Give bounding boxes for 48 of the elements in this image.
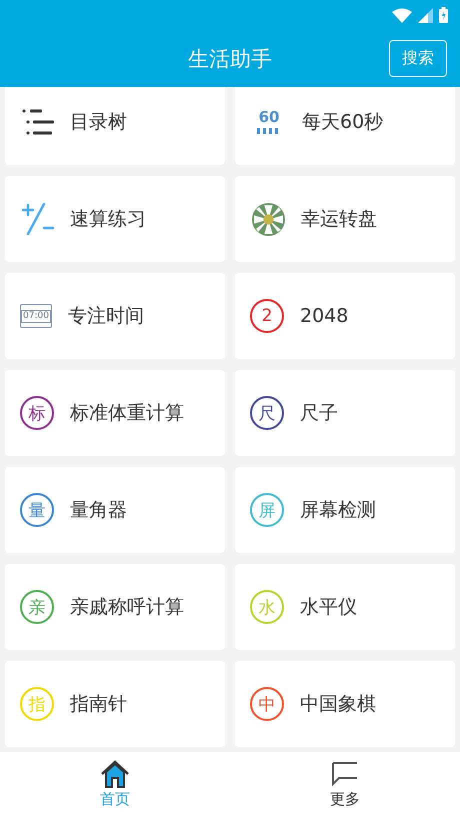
tool-label: 指南针 [70,692,127,717]
tool-label: 目录树 [70,110,127,135]
plus-minus-icon [22,203,54,235]
alarm-clock-icon: 07:00 [20,304,52,328]
circle-letter-icon: 指 [20,687,54,721]
battery-icon [439,7,448,23]
circle-letter-icon: 尺 [250,396,284,430]
tool-label: 中国象棋 [300,692,376,717]
tool-card[interactable]: 尺 尺子 [235,370,455,456]
page-title: 生活助手 [188,46,272,72]
tool-card[interactable]: 屏 屏幕检测 [235,467,455,553]
tool-label: 速算练习 [70,207,146,232]
circle-letter-icon: 2 [250,299,284,333]
tool-label: 2048 [300,305,348,327]
tool-card[interactable]: 中 中国象棋 [235,661,455,747]
home-icon [100,760,130,788]
circle-letter-icon: 量 [20,493,54,527]
nav-tab[interactable]: 更多 [320,756,370,813]
circle-letter-icon: 屏 [250,493,284,527]
list-icon [22,109,54,135]
tool-card[interactable]: 60 每天60秒 [235,87,455,165]
tool-label: 水平仪 [300,595,357,620]
signal-icon [418,8,433,22]
tool-label: 每天60秒 [302,110,384,135]
tool-label: 幸运转盘 [301,207,377,232]
tool-card[interactable]: 标 标准体重计算 [5,370,225,456]
tool-label: 屏幕检测 [300,498,376,523]
tool-label: 专注时间 [68,304,144,329]
tool-card[interactable]: 2 2048 [235,273,455,359]
tool-card[interactable]: 亲 亲戚称呼计算 [5,564,225,650]
tool-card[interactable]: 目录树 [5,87,225,165]
circle-letter-icon: 标 [20,396,54,430]
wifi-icon [392,8,412,22]
tool-card[interactable]: 水 水平仪 [235,564,455,650]
circle-letter-icon: 亲 [20,590,54,624]
tool-label: 亲戚称呼计算 [70,595,184,620]
tool-card[interactable]: 量 量角器 [5,467,225,553]
tool-label: 量角器 [70,498,127,523]
wheel-icon [252,202,285,236]
tool-card[interactable]: 指 指南针 [5,661,225,747]
tool-card[interactable]: 07:00 专注时间 [5,273,225,359]
circle-letter-icon: 水 [250,590,284,624]
tool-label: 尺子 [300,401,338,426]
circle-letter-icon: 中 [250,687,284,721]
chat-icon [332,760,358,788]
tool-card[interactable]: 速算练习 [5,176,225,262]
tool-label: 标准体重计算 [70,401,184,426]
tool-card[interactable]: 幸运转盘 [235,176,455,262]
